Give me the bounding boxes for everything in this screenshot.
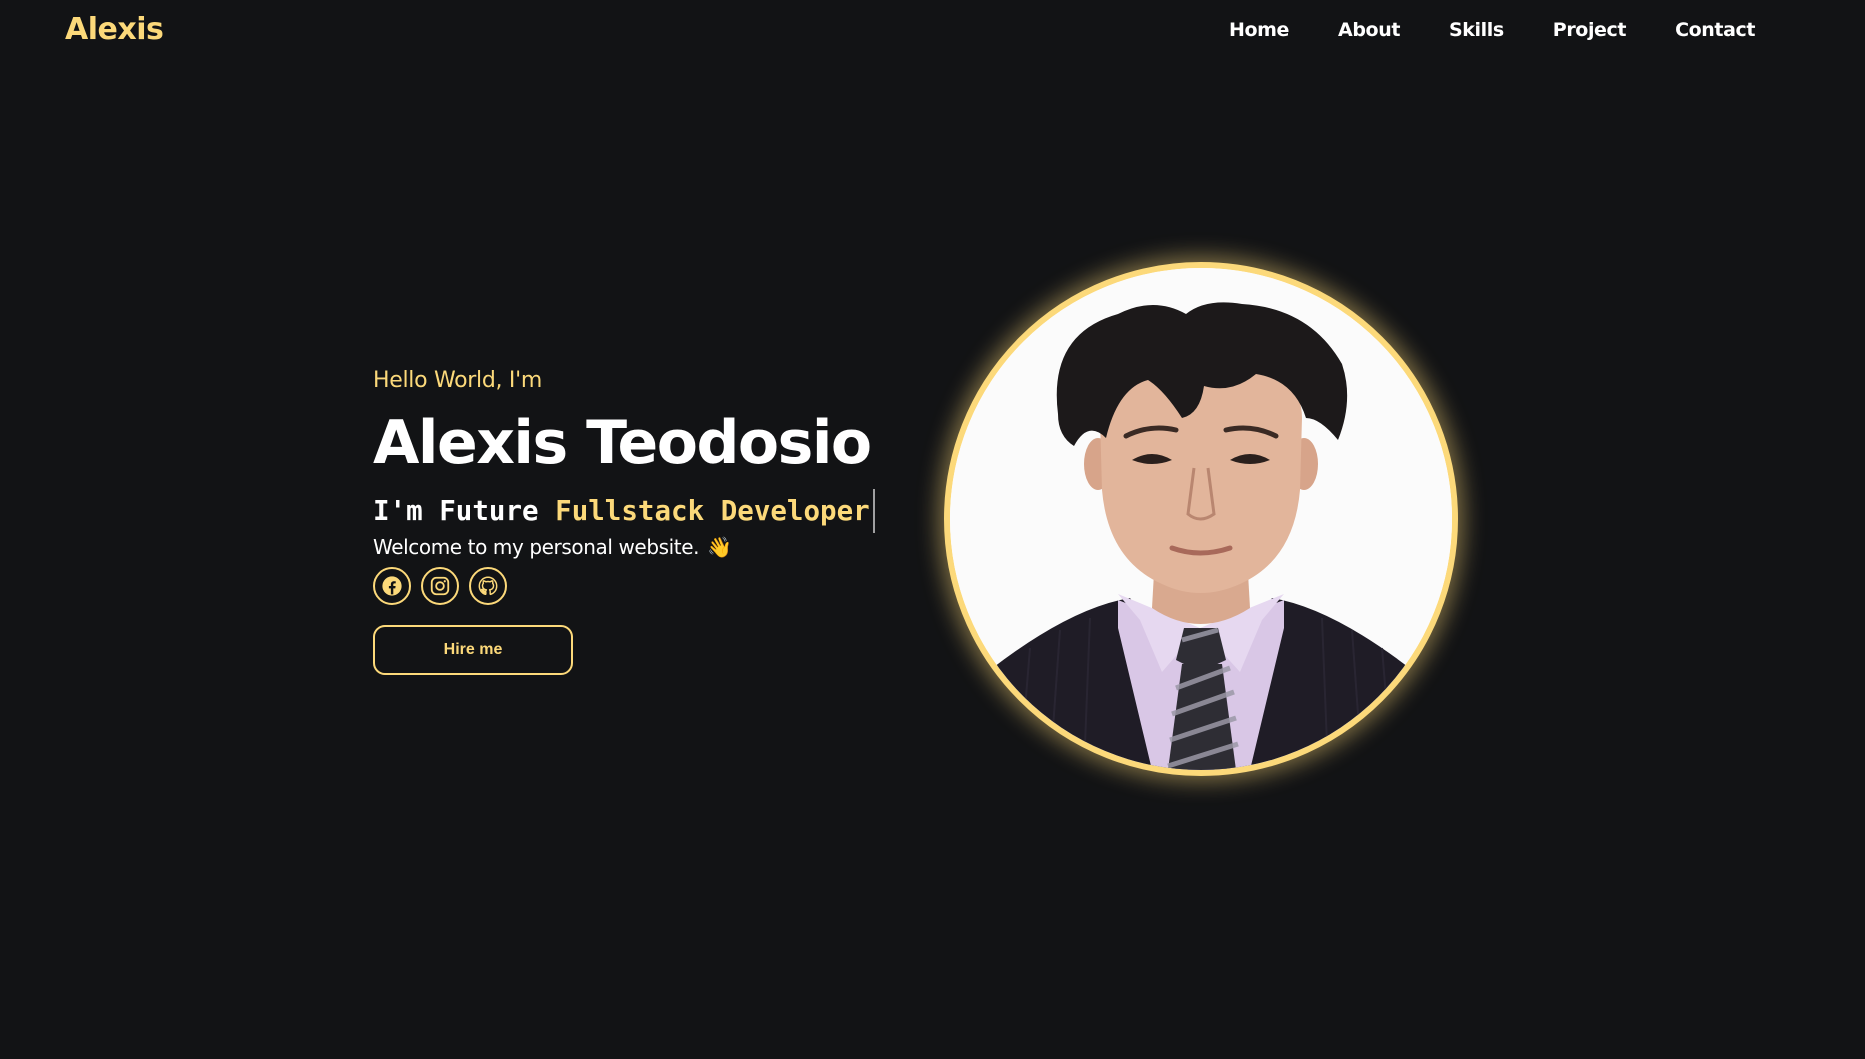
- facebook-link[interactable]: [373, 567, 411, 605]
- github-link[interactable]: [469, 567, 507, 605]
- instagram-link[interactable]: [421, 567, 459, 605]
- github-icon: [478, 576, 498, 596]
- welcome-line: Welcome to my personal website. 👋: [373, 533, 893, 561]
- waving-hand-icon: 👋: [707, 535, 732, 559]
- typing-role: Fullstack Developer: [555, 495, 870, 527]
- nav-skills-link[interactable]: Skills: [1449, 16, 1504, 44]
- hero-greeting: Hello World, I'm: [373, 368, 542, 393]
- instagram-icon: [430, 576, 450, 596]
- social-links: [373, 567, 893, 605]
- nav-contact-link[interactable]: Contact: [1675, 16, 1755, 44]
- typing-cursor: [872, 489, 875, 533]
- profile-photo: [944, 262, 1458, 776]
- site-logo[interactable]: Alexis: [65, 10, 164, 50]
- welcome-text: Welcome to my personal website.: [373, 535, 700, 559]
- typing-headline: I'm Future Fullstack Developer: [373, 489, 875, 533]
- main-nav: Home About Skills Project Contact: [1229, 16, 1755, 44]
- facebook-icon: [382, 576, 402, 596]
- portrait-illustration: [950, 268, 1452, 770]
- hero-name: Alexis Teodosio: [373, 408, 872, 478]
- site-header: Alexis Home About Skills Project Contact: [0, 0, 1865, 62]
- nav-home-link[interactable]: Home: [1229, 16, 1289, 44]
- hero-intro: Hello World, I'm Alexis Teodosio I'm Fut…: [373, 364, 893, 675]
- nav-about-link[interactable]: About: [1338, 16, 1400, 44]
- nav-project-link[interactable]: Project: [1553, 16, 1627, 44]
- hire-me-button[interactable]: Hire me: [373, 625, 573, 675]
- typing-prefix: I'm Future: [373, 495, 539, 527]
